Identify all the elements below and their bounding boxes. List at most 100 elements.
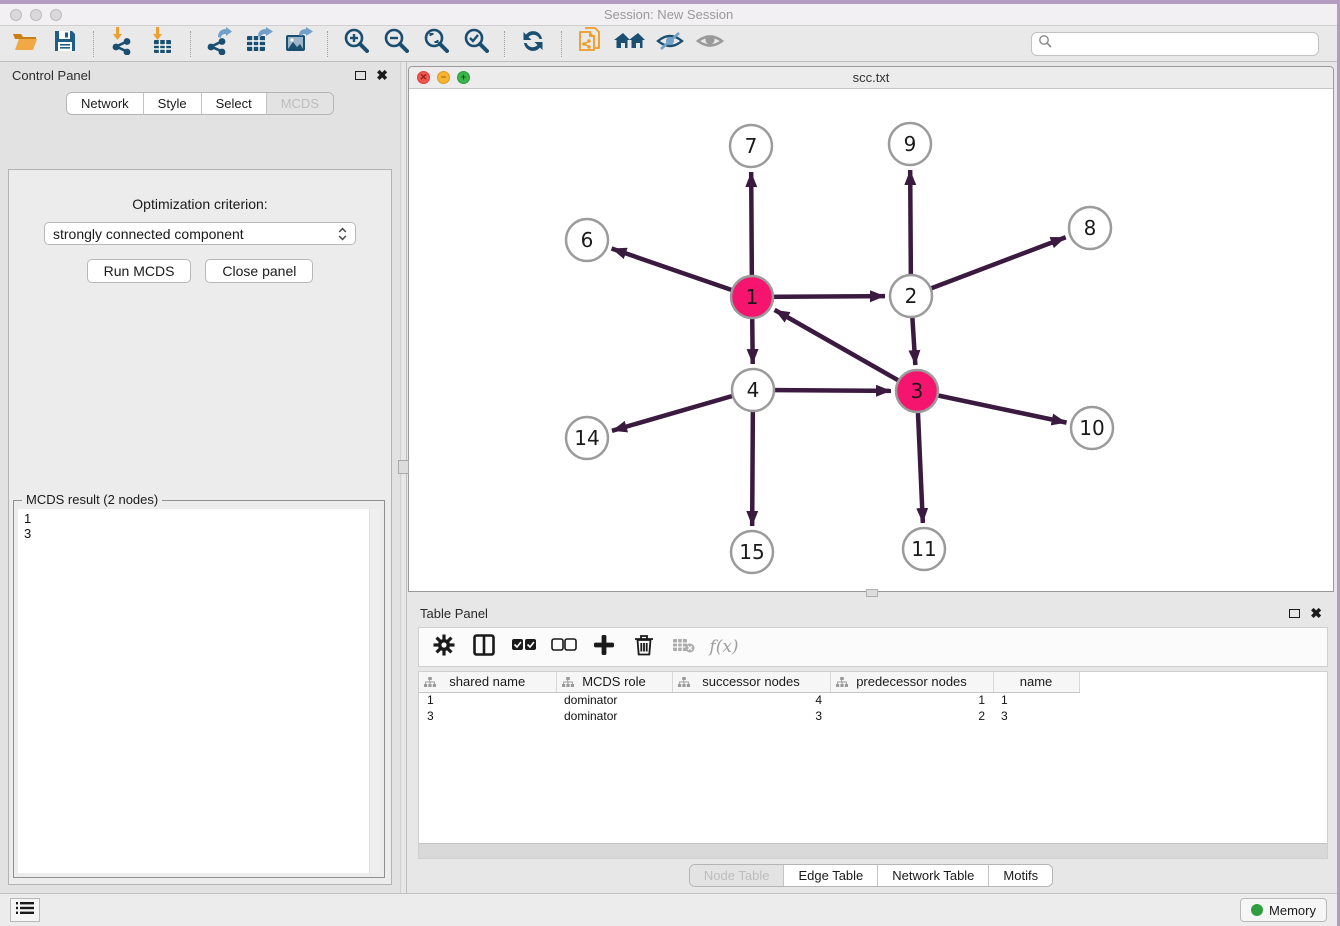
save-session-button[interactable]: [48, 29, 82, 59]
table-panel-title: Table Panel: [420, 606, 488, 621]
table-cell[interactable]: 3: [419, 708, 556, 724]
node-1[interactable]: 1: [731, 276, 773, 318]
column-header-name[interactable]: name: [993, 672, 1079, 692]
column-header-mcds-role[interactable]: MCDS role: [556, 672, 672, 692]
hide-details-button[interactable]: [653, 29, 687, 59]
node-3[interactable]: 3: [896, 370, 938, 412]
node-2[interactable]: 2: [890, 275, 932, 317]
node-8[interactable]: 8: [1069, 207, 1111, 249]
table-cell[interactable]: 2: [830, 708, 993, 724]
refresh-button[interactable]: [516, 29, 550, 59]
table-row[interactable]: 1dominator411: [419, 692, 1079, 708]
zoom-in-button[interactable]: [339, 29, 373, 59]
horizontal-splitter[interactable]: [408, 592, 1334, 601]
splitter-grip[interactable]: [398, 460, 409, 474]
tab-select[interactable]: Select: [201, 93, 266, 114]
node-9[interactable]: 9: [889, 123, 931, 165]
table-cell[interactable]: 1: [993, 692, 1079, 708]
zoom-out-button[interactable]: [379, 29, 413, 59]
plus-icon: [593, 634, 615, 661]
result-scrollbar[interactable]: [369, 509, 380, 873]
tab-mcds[interactable]: MCDS: [266, 93, 333, 114]
table-options-button[interactable]: [429, 632, 459, 662]
tab-edge-table[interactable]: Edge Table: [783, 865, 877, 886]
import-table-button[interactable]: [145, 29, 179, 59]
table-row[interactable]: 3dominator323: [419, 708, 1079, 724]
table-cell[interactable]: 1: [419, 692, 556, 708]
minimize-window-button[interactable]: [30, 9, 42, 21]
function-builder-button[interactable]: f(x): [709, 632, 739, 662]
show-details-button[interactable]: [693, 29, 727, 59]
deselect-all-rows-button[interactable]: [549, 632, 579, 662]
network-canvas[interactable]: 7 9 6 8 1 2 4 3 14 10 15 11: [409, 89, 1333, 591]
column-header-successor-nodes[interactable]: successor nodes: [672, 672, 830, 692]
export-network-button[interactable]: [202, 29, 236, 59]
tab-style[interactable]: Style: [143, 93, 201, 114]
float-panel-icon[interactable]: [1289, 609, 1300, 618]
close-panel-button[interactable]: Close panel: [205, 259, 313, 283]
splitter-grip[interactable]: [866, 589, 878, 597]
status-bar: Memory: [0, 893, 1337, 926]
window-title: Session: New Session: [0, 7, 1337, 22]
tab-motifs[interactable]: Motifs: [988, 865, 1052, 886]
node-11[interactable]: 11: [903, 528, 945, 570]
memory-button[interactable]: Memory: [1240, 898, 1327, 922]
close-panel-icon[interactable]: ✖: [1310, 606, 1322, 620]
close-panel-icon[interactable]: ✖: [376, 68, 388, 82]
tab-network[interactable]: Network: [67, 93, 143, 114]
float-panel-icon[interactable]: [355, 71, 366, 80]
delete-column-button[interactable]: [629, 632, 659, 662]
node-4[interactable]: 4: [732, 369, 774, 411]
node-10[interactable]: 10: [1071, 407, 1113, 449]
table-cell[interactable]: 3: [993, 708, 1079, 724]
clone-network-button[interactable]: [573, 29, 607, 59]
mcds-result-text[interactable]: 1 3: [18, 509, 380, 873]
export-image-button[interactable]: [282, 29, 316, 59]
first-neighbors-button[interactable]: [613, 29, 647, 59]
gear-icon: [433, 634, 455, 661]
maximize-window-button[interactable]: [50, 9, 62, 21]
edge-2-8[interactable]: [911, 237, 1066, 296]
edge-3-1[interactable]: [775, 310, 917, 391]
network-close-button[interactable]: ✕: [417, 71, 430, 84]
table-cell[interactable]: 3: [672, 708, 830, 724]
export-table-button[interactable]: [242, 29, 276, 59]
optimization-criterion-select[interactable]: strongly connected component: [44, 222, 356, 245]
import-network-button[interactable]: [105, 29, 139, 59]
delete-table-button[interactable]: [669, 632, 699, 662]
node-7[interactable]: 7: [730, 125, 772, 167]
search-input[interactable]: [1056, 37, 1312, 51]
task-history-button[interactable]: [10, 898, 40, 922]
open-session-button[interactable]: [8, 29, 42, 59]
vertical-splitter[interactable]: [400, 62, 407, 893]
column-header-predecessor-nodes[interactable]: predecessor nodes: [830, 672, 993, 692]
homes-icon: [614, 29, 646, 58]
show-column-panel-button[interactable]: [469, 632, 499, 662]
edge-1-6[interactable]: [612, 248, 752, 297]
tree-icon: [678, 676, 690, 691]
table-hscrollbar[interactable]: [419, 843, 1327, 858]
edge-3-10[interactable]: [917, 391, 1067, 423]
select-all-rows-button[interactable]: [509, 632, 539, 662]
node-15[interactable]: 15: [731, 531, 773, 573]
node-6[interactable]: 6: [566, 219, 608, 261]
zoom-selected-button[interactable]: [459, 29, 493, 59]
search-box[interactable]: [1031, 32, 1319, 56]
table-cell[interactable]: 1: [830, 692, 993, 708]
tab-node-table[interactable]: Node Table: [690, 865, 784, 886]
table-cell[interactable]: dominator: [556, 692, 672, 708]
column-header-shared-name[interactable]: shared name: [419, 672, 556, 692]
add-column-button[interactable]: [589, 632, 619, 662]
node-label: 10: [1079, 416, 1104, 440]
titlebar: Session: New Session: [0, 4, 1337, 26]
fx-icon: f(x): [709, 637, 738, 657]
table-cell[interactable]: 4: [672, 692, 830, 708]
close-window-button[interactable]: [10, 9, 22, 21]
tab-network-table[interactable]: Network Table: [877, 865, 988, 886]
table-cell[interactable]: dominator: [556, 708, 672, 724]
run-mcds-button[interactable]: Run MCDS: [87, 259, 192, 283]
zoom-fit-button[interactable]: [419, 29, 453, 59]
network-minimize-button[interactable]: −: [437, 71, 450, 84]
network-maximize-button[interactable]: +: [457, 71, 470, 84]
node-14[interactable]: 14: [566, 417, 608, 459]
